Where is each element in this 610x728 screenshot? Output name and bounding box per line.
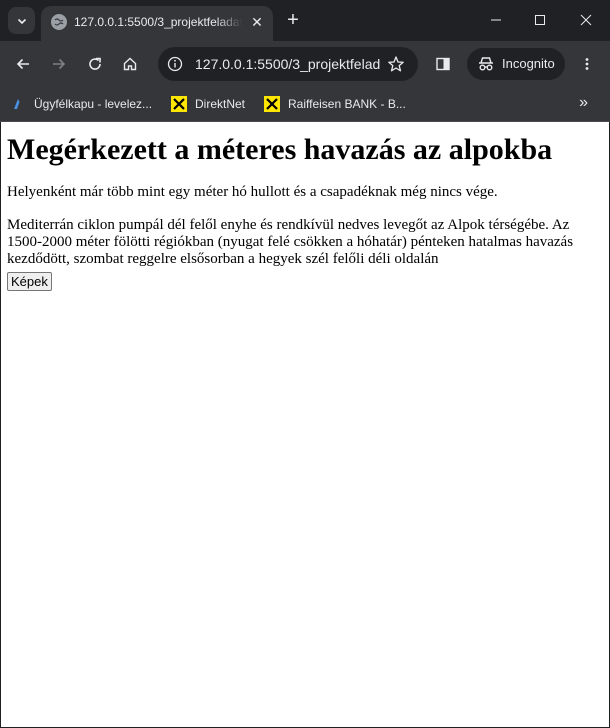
tab-title: 127.0.0.1:5500/3_projektfeladat_2.html	[74, 15, 242, 29]
ugyfelkapu-icon	[10, 96, 26, 112]
new-tab-button[interactable]: +	[283, 10, 303, 30]
incognito-label: Incognito	[502, 56, 555, 71]
close-icon	[580, 14, 592, 26]
reload-icon	[89, 57, 101, 70]
bookmark-label: Ügyfélkapu - levelez...	[34, 97, 153, 111]
side-panel-button[interactable]	[430, 51, 456, 77]
page-viewport: Megérkezett a méteres havazás az alpokba…	[1, 122, 609, 727]
tab-active[interactable]: 127.0.0.1:5500/3_projektfeladat_2.html ✕	[41, 6, 273, 41]
arrow-left-icon	[16, 58, 29, 70]
arrow-right-icon	[53, 58, 66, 70]
side-panel-icon	[436, 57, 450, 71]
body-paragraph: Mediterrán ciklon pumpál dél felől enyhe…	[7, 217, 574, 267]
back-button[interactable]	[10, 51, 36, 77]
tab-close-icon[interactable]: ✕	[249, 14, 265, 30]
close-window-button[interactable]	[571, 6, 601, 34]
raiffeisen-icon	[264, 96, 280, 112]
chevron-down-icon	[17, 18, 26, 24]
images-button[interactable]: Képek	[7, 272, 52, 291]
home-icon	[123, 57, 137, 71]
minimize-button[interactable]	[481, 6, 511, 34]
bookmark-ugyfelkapu[interactable]: Ügyfélkapu - levelez...	[10, 95, 152, 113]
incognito-icon	[479, 57, 493, 71]
home-button[interactable]	[117, 51, 143, 77]
browser-window: 127.0.0.1:5500/3_projektfeladat_2.html ✕…	[0, 0, 610, 728]
maximize-icon	[535, 15, 545, 25]
bookmark-label: DirektNet	[195, 97, 246, 111]
forward-button[interactable]	[46, 51, 72, 77]
bookmark-label: Raiffeisen BANK - B...	[288, 97, 406, 111]
address-bar-url[interactable]: 127.0.0.1:5500/3_projektfeladat_2.html	[195, 56, 380, 72]
page-heading: Megérkezett a méteres havazás az alpokba	[7, 133, 553, 166]
intro-paragraph: Helyenként már több mint egy méter hó hu…	[7, 184, 498, 200]
bookmark-raiffeisen-bank[interactable]: Raiffeisen BANK - B...	[264, 95, 406, 113]
bookmark-direktnet[interactable]: DirektNet	[171, 95, 245, 113]
menu-button[interactable]	[574, 51, 600, 77]
address-bar[interactable]: 127.0.0.1:5500/3_projektfeladat_2.html	[158, 47, 418, 81]
raiffeisen-icon	[171, 96, 187, 112]
globe-icon	[51, 14, 67, 30]
reload-button[interactable]	[82, 51, 108, 77]
more-vert-icon	[585, 58, 589, 70]
maximize-button[interactable]	[525, 6, 555, 34]
incognito-badge[interactable]: Incognito	[467, 48, 565, 80]
bookmarks-bar: Ügyfélkapu - levelez... DirektNet Raiffe…	[0, 87, 610, 122]
minimize-icon	[491, 19, 501, 21]
browser-toolbar: 127.0.0.1:5500/3_projektfeladat_2.html I…	[0, 41, 610, 87]
tab-strip: 127.0.0.1:5500/3_projektfeladat_2.html ✕…	[0, 0, 610, 41]
bookmark-star-icon[interactable]	[386, 54, 406, 74]
page-content: Megérkezett a méteres havazás az alpokba…	[1, 133, 609, 291]
tab-search-button[interactable]	[8, 7, 35, 34]
site-info-icon[interactable]	[166, 55, 184, 73]
bookmarks-overflow-button[interactable]: »	[579, 95, 588, 111]
